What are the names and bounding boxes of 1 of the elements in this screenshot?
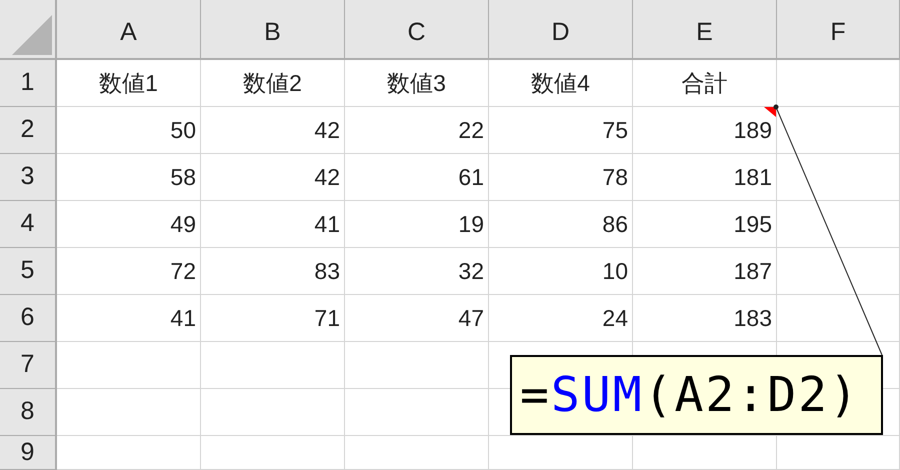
formula-text: =SUM(A2:D2) xyxy=(520,371,860,419)
